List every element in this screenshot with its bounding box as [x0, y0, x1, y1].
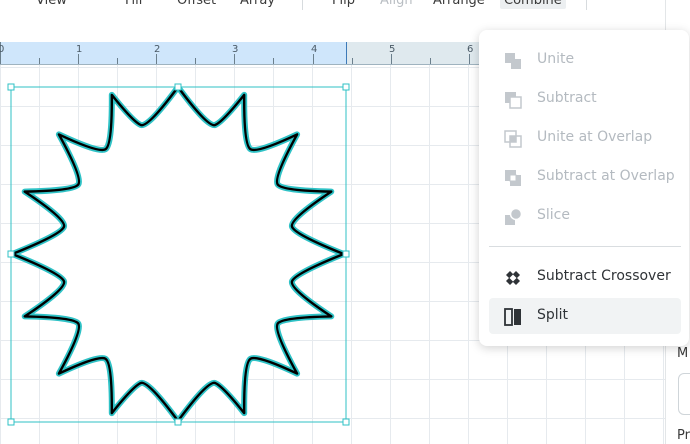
menu-item-label: Subtract Crossover	[537, 268, 671, 284]
subtract-crossover-icon	[506, 271, 520, 285]
menu-separator	[489, 246, 681, 247]
unite-icon	[505, 53, 521, 69]
menu-item-label: Subtract	[537, 90, 597, 106]
menu-item-label: Split	[537, 307, 569, 323]
menu-item-label: Subtract at Overlap	[537, 168, 675, 184]
menu-item-subtract[interactable]: Subtract	[489, 81, 681, 117]
unite-at-overlap-icon	[504, 130, 522, 148]
slice-icon	[505, 207, 523, 225]
menu-item-split[interactable]: Split	[489, 298, 681, 334]
menu-item-unite-at-overlap[interactable]: Unite at Overlap	[489, 120, 681, 156]
menu-item-slice[interactable]: Slice	[489, 198, 681, 234]
split-icon	[504, 308, 521, 326]
menu-item-label: Unite at Overlap	[537, 129, 653, 145]
combine-dropdown-menu: Unite Subtract Unite at Overlap Subtract…	[479, 30, 689, 346]
menu-item-label: Unite	[537, 51, 575, 67]
menu-item-subtract-crossover[interactable]: Subtract Crossover	[489, 259, 681, 295]
subtract-at-overlap-icon	[505, 170, 521, 186]
menu-item-unite[interactable]: Unite	[489, 42, 681, 78]
panel-label: M	[677, 346, 689, 361]
panel-input-field[interactable]	[678, 373, 690, 415]
menu-item-label: Slice	[537, 207, 570, 223]
menu-item-subtract-at-overlap[interactable]: Subtract at Overlap	[489, 159, 681, 195]
subtract-icon	[505, 92, 522, 109]
panel-label: Pr	[677, 428, 690, 443]
